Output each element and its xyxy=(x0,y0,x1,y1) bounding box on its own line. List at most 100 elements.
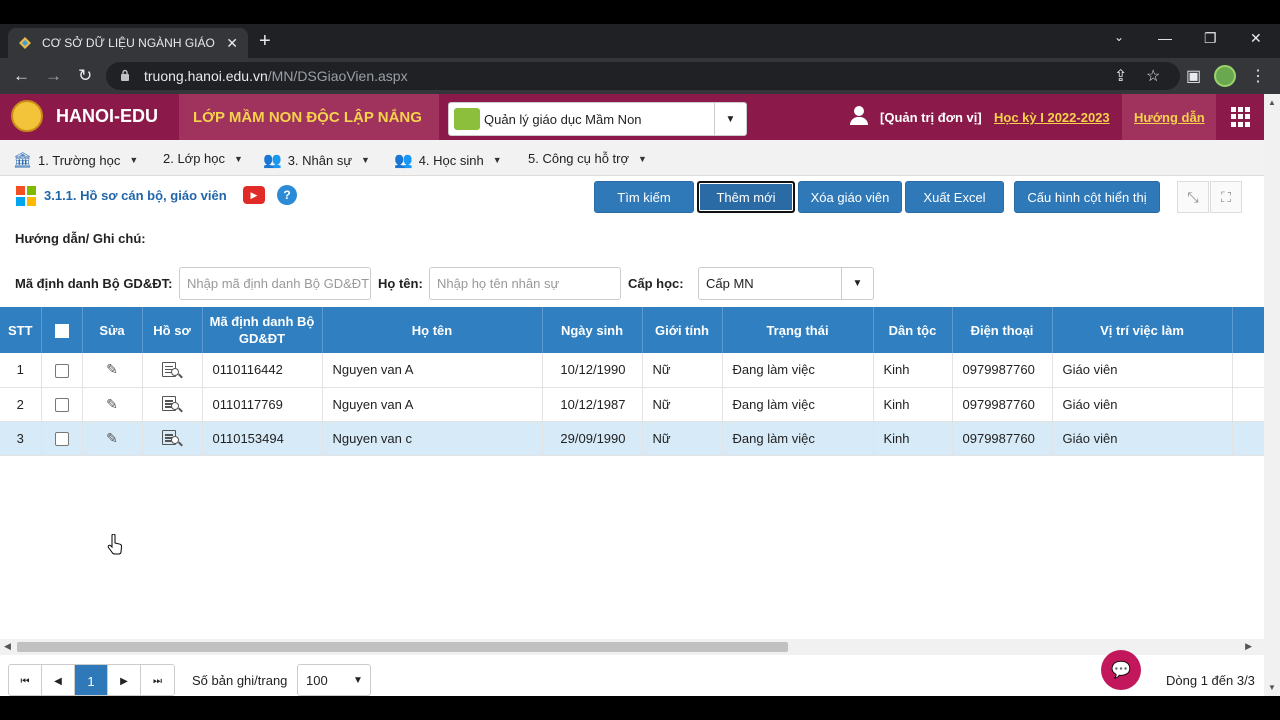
page-number-current[interactable]: 1 xyxy=(75,665,108,695)
cell-dob: 10/12/1987 xyxy=(542,387,643,422)
vertical-scrollbar[interactable]: ▲ ▼ xyxy=(1264,94,1280,696)
apps-grid-icon[interactable] xyxy=(1231,107,1251,127)
cell-id: 0110153494 xyxy=(202,421,323,456)
delete-teacher-button[interactable]: Xóa giáo viên xyxy=(798,181,902,213)
scroll-up-icon[interactable]: ▲ xyxy=(1268,98,1276,107)
scroll-down-icon[interactable]: ▼ xyxy=(1268,683,1276,692)
id-filter-input[interactable]: Nhập mã định danh Bộ GD&ĐT xyxy=(179,267,371,300)
profile-search-icon[interactable] xyxy=(162,429,183,447)
col-position[interactable]: Vị trí việc làm xyxy=(1052,307,1233,353)
youtube-icon[interactable]: ▶ xyxy=(243,186,265,204)
horizontal-scrollbar[interactable]: ◀ ▶ xyxy=(0,639,1264,655)
col-dob[interactable]: Ngày sinh xyxy=(542,307,643,353)
row-checkbox[interactable] xyxy=(54,397,69,412)
cell-gender: Nữ xyxy=(642,353,723,388)
col-name[interactable]: Họ tên xyxy=(322,307,543,353)
col-select-all[interactable] xyxy=(41,307,83,353)
search-button[interactable]: Tìm kiếm xyxy=(594,181,694,213)
tab-close-icon[interactable]: ✕ xyxy=(226,35,238,52)
side-panel-icon[interactable]: ▣ xyxy=(1186,66,1201,86)
menu-item-label: 5. Công cụ hỗ trợ xyxy=(528,151,630,166)
menu-item-staff[interactable]: 👥 3. Nhân sự ▼ xyxy=(263,151,370,169)
cell-ethnicity: Kinh xyxy=(873,387,953,422)
level-filter-label: Cấp học: xyxy=(628,276,684,291)
column-config-button[interactable]: Cấu hình cột hiển thị xyxy=(1014,181,1160,213)
table-row-selected[interactable]: 3 ✎ 0110153494 Nguyen van c 29/09/1990 N… xyxy=(0,421,1264,456)
browser-tab[interactable]: CƠ SỞ DỮ LIỆU NGÀNH GIÁO DỤ ✕ xyxy=(8,28,248,58)
col-id[interactable]: Mã định danh Bộ GD&ĐT xyxy=(202,307,323,353)
horizontal-scroll-thumb[interactable] xyxy=(17,642,788,652)
prev-page-icon[interactable]: ◀ xyxy=(42,665,75,695)
edit-pencil-icon[interactable]: ✎ xyxy=(106,361,118,377)
forward-icon[interactable]: → xyxy=(45,66,62,86)
share-icon[interactable]: ⇪ xyxy=(1114,66,1127,86)
name-filter-label: Họ tên: xyxy=(378,276,423,291)
col-ethnicity[interactable]: Dân tộc xyxy=(873,307,953,353)
row-checkbox[interactable] xyxy=(54,431,69,446)
level-filter-select[interactable]: Cấp MN ▼ xyxy=(698,267,874,300)
back-icon[interactable]: ← xyxy=(13,66,30,86)
col-stt[interactable]: STT xyxy=(0,307,42,353)
new-tab-icon[interactable]: + xyxy=(259,30,271,53)
first-page-icon[interactable]: ⏮ xyxy=(9,665,42,695)
profile-search-icon[interactable] xyxy=(162,395,183,413)
windows-logo-icon xyxy=(16,186,36,206)
tab-search-chevron-icon[interactable]: ⌄ xyxy=(1114,30,1124,44)
cell-position: Giáo viên xyxy=(1052,353,1233,388)
col-phone[interactable]: Điện thoại xyxy=(952,307,1053,353)
last-page-icon[interactable]: ⏭ xyxy=(141,665,174,695)
edit-pencil-icon[interactable]: ✎ xyxy=(106,396,118,412)
select-all-checkbox[interactable] xyxy=(54,324,69,339)
help-link[interactable]: Hướng dẫn xyxy=(1134,110,1205,125)
chat-bubble-icon[interactable]: 💬 xyxy=(1101,650,1141,690)
rows-per-page-select[interactable]: 100 ▼ xyxy=(297,664,371,696)
rows-per-page-label: Số bản ghi/trang xyxy=(192,673,288,688)
cell-ethnicity: Kinh xyxy=(873,421,953,456)
chevron-down-icon[interactable]: ▼ xyxy=(714,103,746,135)
notes-label: Hướng dẫn/ Ghi chú: xyxy=(15,231,146,246)
menu-item-class[interactable]: 2. Lớp học ▼ xyxy=(163,151,243,166)
name-filter-input[interactable]: Nhập họ tên nhân sự xyxy=(429,267,621,300)
scroll-right-icon[interactable]: ▶ xyxy=(1245,641,1252,652)
browser-toolbar: ← → ↻ truong.hanoi.edu.vn/MN/DSGiaoVien.… xyxy=(0,58,1280,94)
pagination: ⏮ ◀ 1 ▶ ⏭ xyxy=(8,664,175,696)
fullscreen-icon[interactable]: ⛶ xyxy=(1210,181,1242,213)
edit-pencil-icon[interactable]: ✎ xyxy=(106,430,118,446)
minimize-icon[interactable]: — xyxy=(1158,30,1172,46)
main-menu: 🏛 1. Trường học ▼ 2. Lớp học ▼ 👥 3. Nhân… xyxy=(0,140,1264,176)
menu-item-tools[interactable]: 5. Công cụ hỗ trợ ▼ xyxy=(528,151,647,166)
help-question-icon[interactable]: ? xyxy=(277,185,297,205)
restore-icon[interactable]: ❐ xyxy=(1204,30,1217,47)
col-status[interactable]: Trạng thái xyxy=(722,307,874,353)
cell-status: Đang làm việc xyxy=(722,387,874,422)
cell-extra xyxy=(1232,421,1264,456)
row-checkbox[interactable] xyxy=(54,363,69,378)
address-bar[interactable]: truong.hanoi.edu.vn/MN/DSGiaoVien.aspx xyxy=(106,62,1180,90)
bookmark-star-icon[interactable]: ☆ xyxy=(1146,66,1160,86)
add-new-button[interactable]: Thêm mới xyxy=(697,181,795,213)
profile-avatar-icon[interactable] xyxy=(1214,65,1236,87)
next-page-icon[interactable]: ▶ xyxy=(108,665,141,695)
export-excel-button[interactable]: Xuất Excel xyxy=(905,181,1004,213)
window-close-icon[interactable]: ✕ xyxy=(1250,30,1262,47)
user-icon[interactable] xyxy=(850,106,868,126)
chevron-down-icon[interactable]: ▼ xyxy=(841,268,873,299)
col-edit: Sửa xyxy=(82,307,143,353)
table-row[interactable]: 2 ✎ 0110117769 Nguyen van A 10/12/1987 N… xyxy=(0,387,1264,422)
menu-item-school[interactable]: 🏛 1. Trường học ▼ xyxy=(13,151,138,169)
profile-search-icon[interactable] xyxy=(162,361,183,379)
menu-item-students[interactable]: 👥 4. Học sinh ▼ xyxy=(394,151,502,169)
reload-icon[interactable]: ↻ xyxy=(78,66,92,86)
user-role[interactable]: [Quản trị đơn vị] xyxy=(880,110,982,125)
scroll-left-icon[interactable]: ◀ xyxy=(4,641,11,652)
cell-gender: Nữ xyxy=(642,421,723,456)
cell-id: 0110117769 xyxy=(202,387,323,422)
module-select[interactable]: Quản lý giáo dục Mầm Non ▼ xyxy=(448,102,747,136)
school-name: LỚP MẦM NON ĐỘC LẬP NẮNG xyxy=(193,109,422,126)
table-row[interactable]: 1 ✎ 0110116442 Nguyen van A 10/12/1990 N… xyxy=(0,353,1264,388)
term-link[interactable]: Học kỳ I 2022-2023 xyxy=(994,110,1110,125)
collapse-icon[interactable]: ⤡ xyxy=(1177,181,1209,213)
row-range-text: Dòng 1 đến 3/3 xyxy=(1166,673,1255,688)
browser-menu-icon[interactable]: ⋮ xyxy=(1250,66,1266,86)
col-gender[interactable]: Giới tính xyxy=(642,307,723,353)
